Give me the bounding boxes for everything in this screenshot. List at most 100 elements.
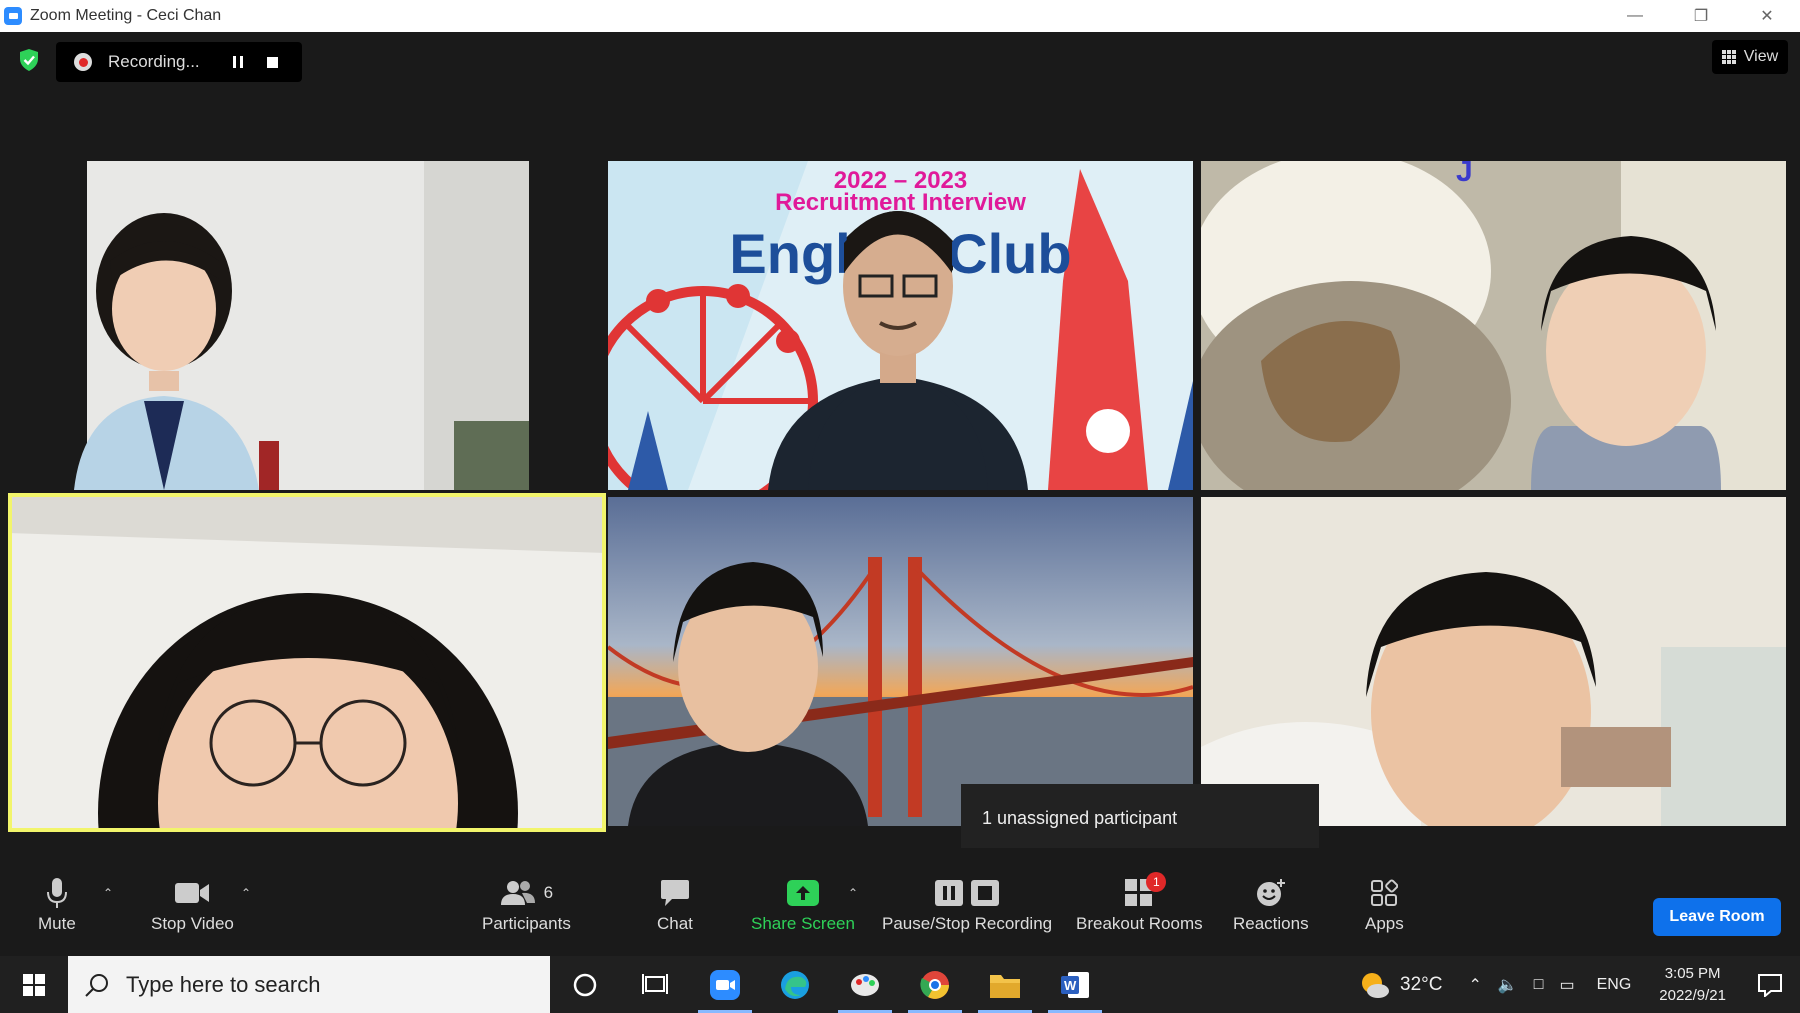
pause-stop-recording-label: Pause/Stop Recording bbox=[882, 914, 1053, 933]
reactions-label: Reactions bbox=[1233, 914, 1309, 933]
share-screen-button[interactable]: Share Screen bbox=[751, 876, 855, 934]
taskbar-paint-app[interactable] bbox=[830, 956, 900, 1013]
video-options-chevron-icon[interactable]: ⌃ bbox=[241, 886, 251, 900]
battery-icon[interactable]: ▭ bbox=[1559, 975, 1574, 995]
participants-label: Participants bbox=[482, 914, 571, 933]
participant-video: J bbox=[1201, 161, 1786, 490]
audio-options-chevron-icon[interactable]: ⌃ bbox=[103, 886, 113, 900]
stop-recording-button[interactable] bbox=[260, 50, 284, 74]
video-tile-participant-6[interactable] bbox=[1201, 497, 1786, 826]
mute-button[interactable]: Mute bbox=[38, 876, 76, 934]
recording-label: Recording... bbox=[108, 52, 200, 71]
taskbar-chrome-app[interactable] bbox=[900, 956, 970, 1013]
microphone-icon bbox=[46, 878, 67, 908]
stop-video-button[interactable]: Stop Video bbox=[151, 876, 234, 934]
grid-view-icon bbox=[1721, 50, 1736, 64]
window-titlebar: Zoom Meeting - Ceci Chan — ❐ ✕ bbox=[0, 0, 1800, 32]
window-title: Zoom Meeting - Ceci Chan bbox=[30, 7, 222, 24]
minimize-icon[interactable]: — bbox=[1602, 0, 1668, 32]
apps-button[interactable]: Apps bbox=[1365, 876, 1404, 934]
pause-recording-button[interactable] bbox=[226, 50, 250, 74]
pause-stop-recording-button[interactable]: Pause/Stop Recording bbox=[882, 876, 1052, 934]
word-document-icon: W bbox=[1061, 971, 1089, 998]
breakout-rooms-label: Breakout Rooms bbox=[1076, 914, 1203, 933]
taskbar-file-explorer-app[interactable] bbox=[970, 956, 1040, 1013]
svg-text:J: J bbox=[1456, 161, 1473, 188]
breakout-rooms-badge: 1 bbox=[1146, 872, 1167, 892]
notification-icon bbox=[1758, 973, 1782, 997]
chat-bubble-icon bbox=[660, 880, 689, 906]
video-tile-active-speaker[interactable] bbox=[8, 493, 606, 832]
video-tile-participant-1[interactable] bbox=[14, 161, 602, 490]
participant-video bbox=[74, 161, 529, 490]
video-camera-icon bbox=[175, 883, 210, 903]
taskbar-clock[interactable]: 3:05 PM 2022/9/21 bbox=[1659, 963, 1726, 1007]
windows-taskbar: Type here to search W 32°C ⌃ 🔈 □ ▭ ENG 3… bbox=[0, 956, 1800, 1013]
view-button[interactable]: View bbox=[1712, 40, 1788, 74]
restore-icon[interactable]: ❐ bbox=[1668, 0, 1734, 32]
search-icon bbox=[85, 973, 108, 997]
security-shield-icon[interactable] bbox=[18, 48, 40, 72]
participants-icon bbox=[500, 881, 535, 905]
participants-count: 6 bbox=[543, 883, 554, 902]
video-tile-participant-2[interactable]: 2022 – 2023 Recruitment Interview Englis… bbox=[608, 161, 1193, 490]
weather-sun-cloud-icon bbox=[1362, 972, 1390, 998]
taskbar-search-box[interactable]: Type here to search bbox=[68, 956, 550, 1013]
speaker-icon[interactable]: 🔈 bbox=[1498, 975, 1518, 995]
chat-label: Chat bbox=[657, 914, 693, 933]
video-tile-participant-5[interactable] bbox=[608, 497, 1193, 826]
weather-widget[interactable]: 32°C bbox=[1358, 971, 1442, 999]
teacher-overlay bbox=[808, 211, 988, 490]
recording-dot-icon bbox=[74, 53, 92, 71]
apps-icon bbox=[1371, 879, 1399, 906]
recording-indicator: Recording... bbox=[56, 42, 302, 82]
cortana-circle-icon bbox=[573, 973, 597, 996]
smiley-plus-icon bbox=[1256, 879, 1285, 906]
participant-video bbox=[1201, 497, 1786, 826]
taskbar-edge-app[interactable] bbox=[760, 956, 830, 1013]
share-screen-icon bbox=[786, 880, 819, 906]
zoom-app-taskbar-icon bbox=[710, 969, 740, 1000]
system-tray: 32°C ⌃ 🔈 □ ▭ ENG 3:05 PM 2022/9/21 bbox=[1358, 956, 1800, 1013]
svg-text:W: W bbox=[1064, 978, 1077, 993]
taskbar-zoom-app[interactable] bbox=[690, 956, 760, 1013]
task-view-icon bbox=[642, 973, 668, 994]
close-icon[interactable]: ✕ bbox=[1734, 0, 1800, 32]
meeting-area: Recording... View 2022 – 2023 Recruitmen… bbox=[0, 32, 1800, 956]
pause-icon bbox=[233, 56, 243, 68]
video-tile-participant-3[interactable]: J bbox=[1201, 161, 1786, 490]
notification-center-button[interactable] bbox=[1740, 956, 1800, 1013]
paint-palette-icon bbox=[851, 973, 879, 996]
pause-stop-recording-icon bbox=[935, 880, 1000, 906]
share-options-chevron-icon[interactable]: ⌃ bbox=[848, 886, 858, 900]
windows-logo-icon bbox=[23, 973, 45, 996]
start-button[interactable] bbox=[0, 956, 68, 1013]
task-view-button[interactable] bbox=[620, 956, 690, 1013]
breakout-rooms-button[interactable]: 1 Breakout Rooms bbox=[1076, 872, 1203, 934]
leave-room-button[interactable]: Leave Room bbox=[1653, 898, 1781, 936]
stop-video-label: Stop Video bbox=[151, 914, 234, 933]
share-screen-label: Share Screen bbox=[751, 914, 855, 933]
network-icon[interactable]: □ bbox=[1534, 976, 1544, 994]
chrome-browser-icon bbox=[920, 970, 949, 999]
chat-button[interactable]: Chat bbox=[657, 876, 693, 934]
participant-video bbox=[608, 497, 1193, 826]
mute-label: Mute bbox=[38, 914, 76, 933]
clock-time: 3:05 PM bbox=[1664, 964, 1721, 982]
clock-date: 2022/9/21 bbox=[1659, 986, 1726, 1004]
apps-label: Apps bbox=[1365, 914, 1404, 933]
input-language-indicator[interactable]: ENG bbox=[1597, 976, 1632, 994]
taskbar-search-placeholder: Type here to search bbox=[126, 971, 321, 997]
stop-icon bbox=[266, 56, 278, 68]
participant-video bbox=[8, 493, 606, 832]
zoom-app-icon bbox=[4, 7, 22, 25]
taskbar-word-app[interactable]: W bbox=[1040, 956, 1110, 1013]
show-hidden-icons-chevron-icon[interactable]: ⌃ bbox=[1468, 975, 1481, 995]
weather-temperature: 32°C bbox=[1400, 973, 1443, 995]
reactions-button[interactable]: Reactions bbox=[1233, 876, 1309, 934]
meeting-toolbar: Mute ⌃ Stop Video ⌃ 6 Participants Chat … bbox=[0, 848, 1800, 956]
cortana-button[interactable] bbox=[550, 956, 620, 1013]
view-label: View bbox=[1743, 48, 1779, 65]
participants-button[interactable]: 6 Participants bbox=[482, 876, 571, 934]
edge-browser-icon bbox=[781, 970, 809, 999]
